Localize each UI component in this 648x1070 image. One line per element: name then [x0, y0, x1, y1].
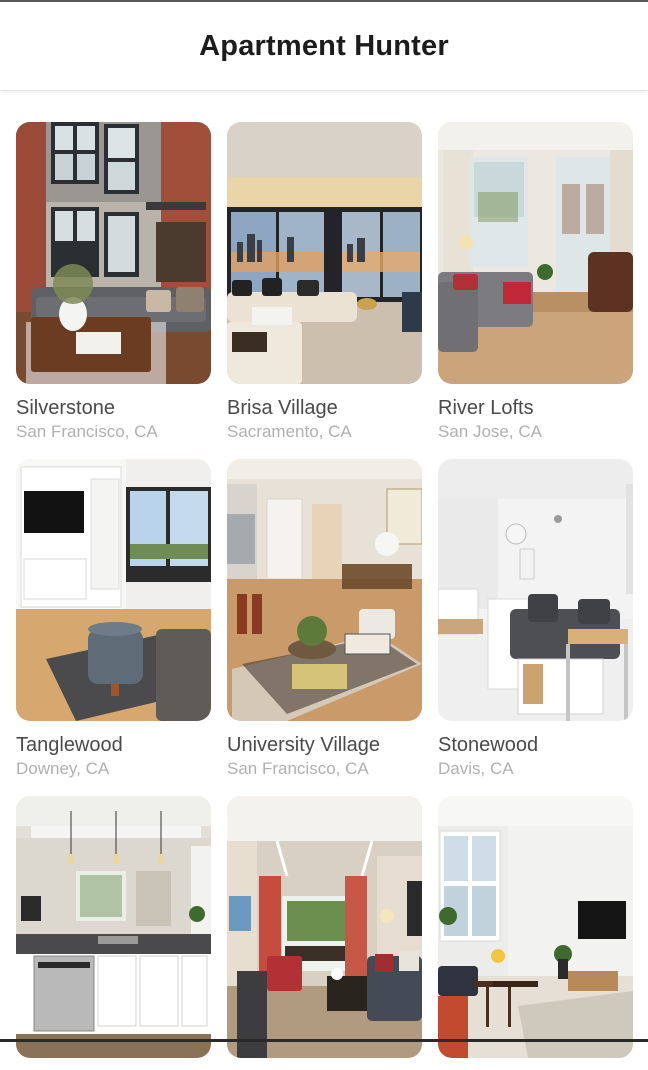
listing-location: San Francisco, CA: [16, 422, 158, 441]
listing-photo[interactable]: [16, 122, 211, 384]
listing-name: Silverstone: [16, 397, 115, 419]
listing-card[interactable]: [16, 796, 211, 1070]
listing-name: Brisa Village: [227, 397, 338, 419]
listing-card[interactable]: Stonewood Davis, CA: [438, 459, 633, 780]
listing-photo[interactable]: [438, 459, 633, 721]
listing-name: Stonewood: [438, 734, 539, 756]
listing-location: Davis, CA: [438, 759, 514, 778]
listing-photo[interactable]: [227, 796, 422, 1058]
listing-location: San Jose, CA: [438, 422, 542, 441]
listing-card[interactable]: Silverstone San Francisco, CA: [16, 122, 211, 443]
listing-location: Sacramento, CA: [227, 422, 352, 441]
listing-photo[interactable]: [16, 459, 211, 721]
listing-card[interactable]: [227, 796, 422, 1070]
listing-name: Tanglewood: [16, 734, 123, 756]
listing-photo[interactable]: [227, 459, 422, 721]
page-title: Apartment Hunter: [199, 29, 449, 62]
listing-photo[interactable]: [438, 796, 633, 1058]
listing-name: University Village: [227, 734, 381, 756]
listing-name: River Lofts: [438, 397, 534, 419]
listing-location: Downey, CA: [16, 759, 110, 778]
listing-photo[interactable]: [438, 122, 633, 384]
app-header: Apartment Hunter: [0, 2, 648, 91]
listing-card[interactable]: River Lofts San Jose, CA: [438, 122, 633, 443]
listing-grid: Silverstone San Francisco, CA Brisa Vill…: [16, 122, 633, 1070]
listing-card[interactable]: Brisa Village Sacramento, CA: [227, 122, 422, 443]
listing-card[interactable]: [438, 796, 633, 1070]
listing-card[interactable]: University Village San Francisco, CA: [227, 459, 422, 780]
listing-photo[interactable]: [16, 796, 211, 1058]
listing-card[interactable]: Tanglewood Downey, CA: [16, 459, 211, 780]
listing-photo[interactable]: [227, 122, 422, 384]
listing-location: San Francisco, CA: [227, 759, 369, 778]
